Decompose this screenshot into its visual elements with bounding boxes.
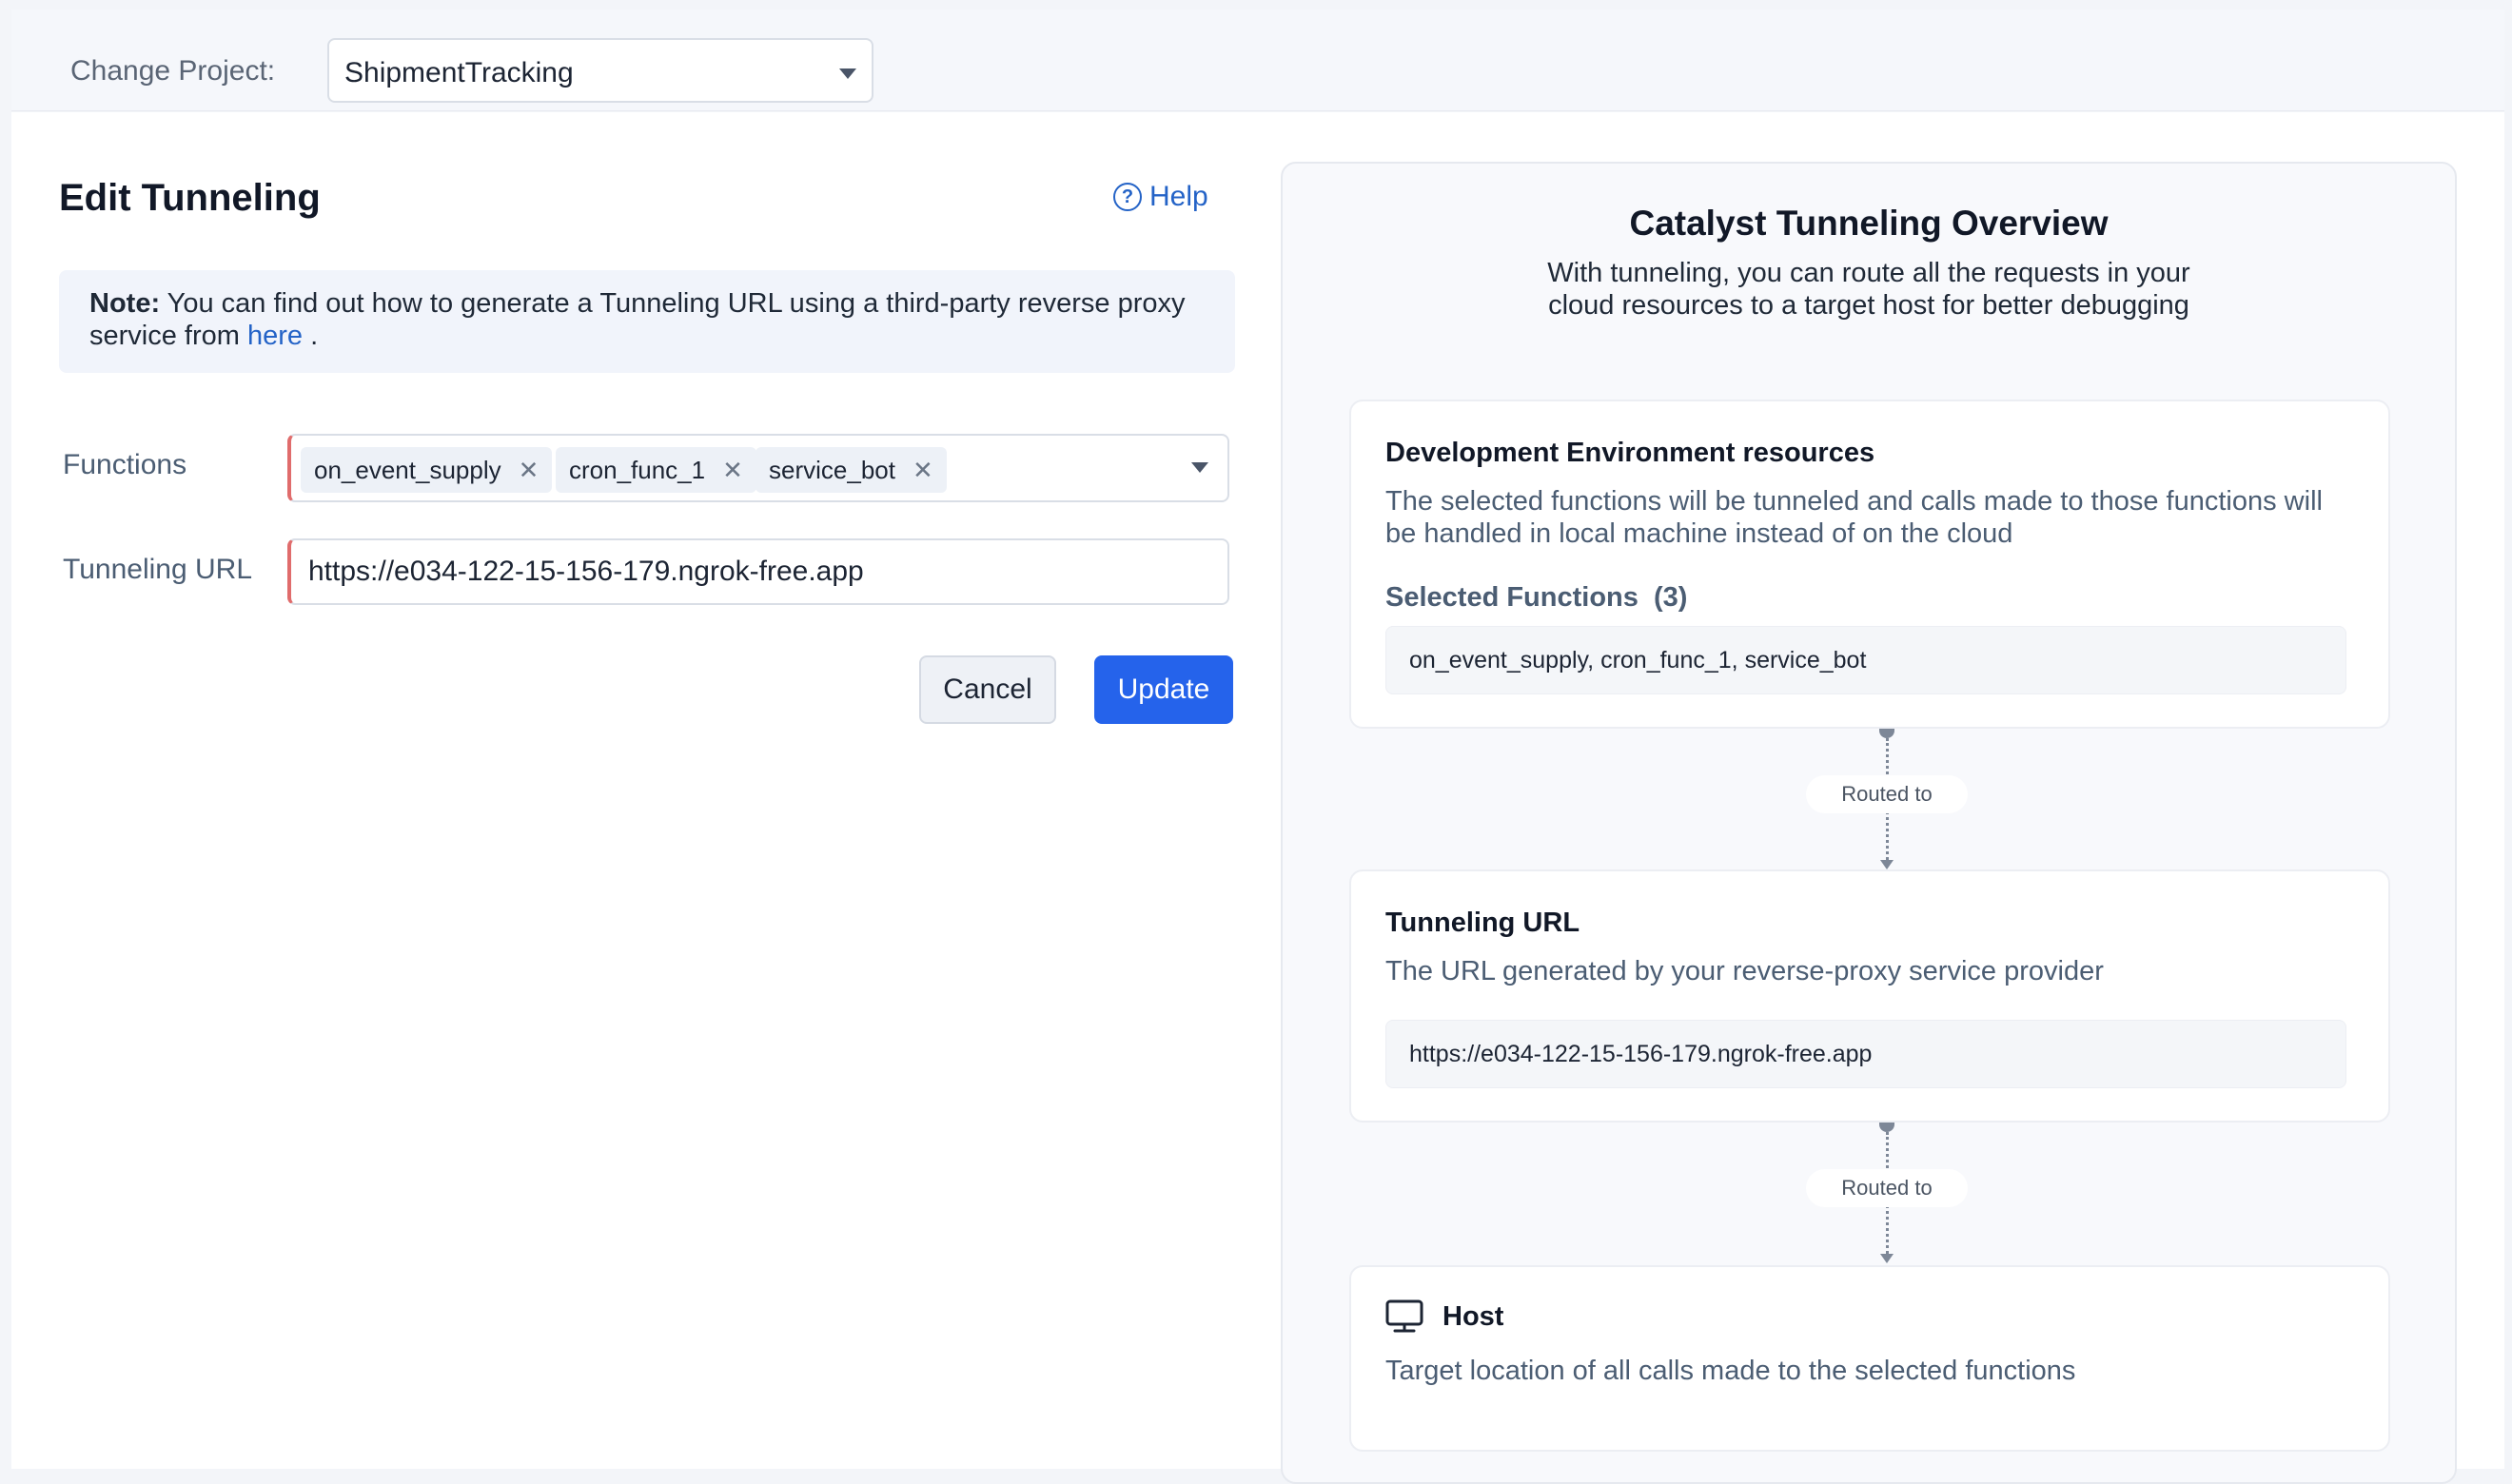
overview-subtitle: With tunneling, you can route all the re…	[1547, 258, 2190, 321]
dev-environment-card: Development Environment resources The se…	[1349, 400, 2390, 729]
tunneling-url-field[interactable]	[287, 538, 1229, 605]
monitor-icon	[1385, 1299, 1423, 1333]
note-box: Note: You can find out how to generate a…	[59, 270, 1235, 373]
function-chip-label: cron_func_1	[569, 456, 706, 484]
selected-functions-value: on_event_supply, cron_func_1, service_bo…	[1385, 626, 2346, 694]
note-here-link[interactable]: here	[247, 321, 303, 351]
function-chip: cron_func_1 ✕	[556, 447, 756, 493]
selected-functions-count: (3)	[1654, 582, 1688, 613]
connector-dot	[1879, 1123, 1894, 1132]
url-card-value: https://e034-122-15-156-179.ngrok-free.a…	[1385, 1020, 2346, 1088]
functions-multiselect[interactable]: on_event_supply ✕ cron_func_1 ✕ service_…	[287, 434, 1229, 502]
selected-functions-text: Selected Functions	[1385, 582, 1639, 613]
tunneling-url-input[interactable]	[308, 554, 1203, 590]
host-card: Host Target location of all calls made t…	[1349, 1265, 2390, 1452]
change-project-label: Change Project:	[70, 55, 276, 87]
close-icon[interactable]: ✕	[913, 447, 933, 493]
close-icon[interactable]: ✕	[519, 447, 540, 493]
note-end: .	[303, 321, 319, 351]
functions-label: Functions	[63, 449, 187, 480]
update-button[interactable]: Update	[1094, 655, 1233, 724]
connector-dot	[1879, 729, 1894, 738]
host-card-title: Host	[1442, 1301, 1504, 1332]
function-chip-label: on_event_supply	[314, 456, 501, 484]
url-card-title: Tunneling URL	[1385, 908, 1580, 938]
function-chip: on_event_supply ✕	[301, 447, 553, 493]
routed-to-label: Routed to	[1806, 1169, 1968, 1207]
project-select[interactable]: ShipmentTracking	[327, 38, 873, 103]
chevron-down-icon	[839, 68, 856, 79]
help-label: Help	[1149, 181, 1208, 212]
project-bar: Change Project: ShipmentTracking	[11, 10, 2504, 111]
tunneling-url-label: Tunneling URL	[63, 554, 252, 585]
host-card-desc: Target location of all calls made to the…	[1385, 1356, 2076, 1386]
tunneling-url-card: Tunneling URL The URL generated by your …	[1349, 869, 2390, 1123]
dev-card-desc: The selected functions will be tunneled …	[1385, 486, 2323, 549]
url-card-desc: The URL generated by your reverse-proxy …	[1385, 956, 2104, 986]
project-select-value: ShipmentTracking	[344, 57, 574, 88]
arrow-down-icon	[1880, 1254, 1894, 1263]
help-icon: ?	[1113, 183, 1142, 211]
help-link[interactable]: ? Help	[1113, 181, 1208, 213]
routed-to-label: Routed to	[1806, 775, 1968, 813]
function-chip-label: service_bot	[769, 456, 895, 484]
overview-title: Catalyst Tunneling Overview	[1629, 204, 2109, 243]
note-bold: Note:	[89, 288, 161, 319]
selected-functions-label: Selected Functions (3)	[1385, 582, 1687, 614]
chevron-down-icon[interactable]	[1191, 462, 1208, 473]
cancel-button[interactable]: Cancel	[919, 655, 1056, 724]
function-chip: service_bot ✕	[756, 447, 947, 493]
dev-card-title: Development Environment resources	[1385, 438, 1875, 468]
close-icon[interactable]: ✕	[722, 447, 743, 493]
arrow-down-icon	[1880, 860, 1894, 869]
page-title: Edit Tunneling	[59, 177, 321, 219]
